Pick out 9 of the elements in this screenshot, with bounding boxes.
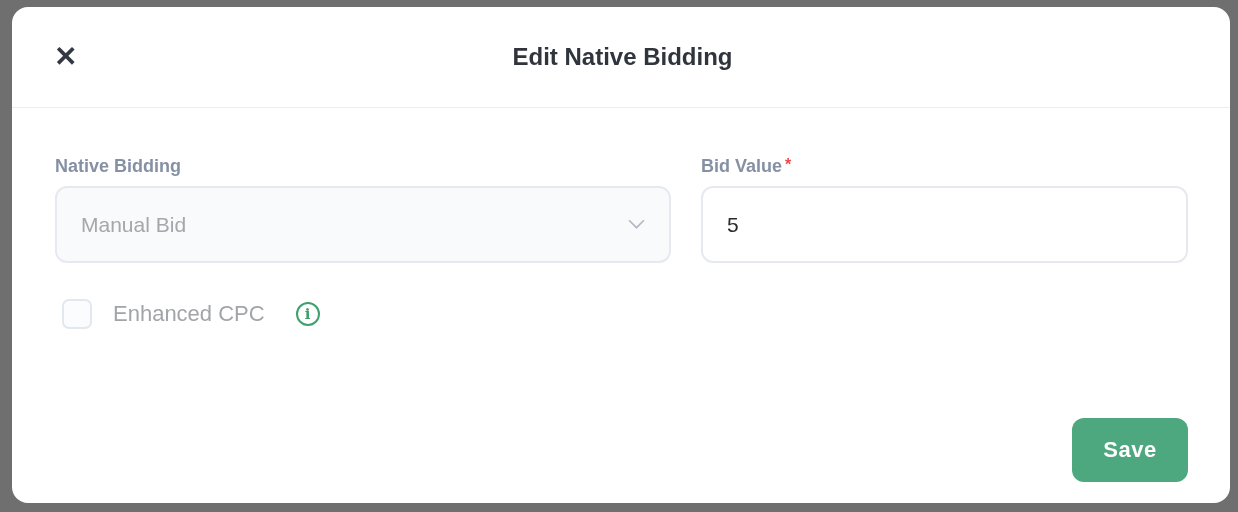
chevron-down-icon [628,219,645,230]
checkbox-label: Enhanced CPC [113,301,265,327]
bid-value-field[interactable]: 5 [701,186,1188,263]
field-label: Bid Value [701,156,783,177]
required-mark: * [785,156,792,174]
field-label: Native Bidding [55,156,181,177]
dialog-title: Edit Native Bidding [511,43,734,71]
save-button[interactable]: Save [1072,418,1188,482]
close-button[interactable]: ✕ [52,43,79,71]
